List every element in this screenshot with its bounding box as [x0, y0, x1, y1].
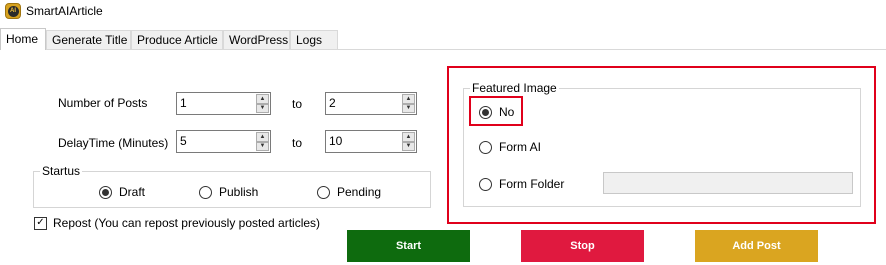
stepper-down-icon[interactable]: ▼	[256, 103, 269, 113]
status-publish-label: Publish	[219, 185, 259, 199]
stepper-up-icon[interactable]: ▲	[402, 132, 415, 142]
tab-strip-divider	[0, 49, 886, 50]
delay-to-label: to	[292, 136, 303, 150]
posts-to-stepper[interactable]: 2 ▲ ▼	[325, 92, 417, 115]
status-group-legend: Startus	[40, 164, 83, 178]
featured-form-ai-label: Form AI	[499, 140, 542, 154]
delay-to-stepper[interactable]: 10 ▲ ▼	[325, 130, 417, 153]
tab-logs[interactable]: Logs	[290, 30, 338, 49]
stepper-down-icon[interactable]: ▼	[256, 141, 269, 151]
repost-label: Repost (You can repost previously posted…	[53, 216, 321, 230]
stepper-up-icon[interactable]: ▲	[256, 132, 269, 142]
stepper-up-icon[interactable]: ▲	[402, 94, 415, 104]
status-pending-label: Pending	[337, 185, 382, 199]
tab-home[interactable]: Home	[0, 28, 46, 50]
posts-to-label: to	[292, 97, 303, 111]
stepper-down-icon[interactable]: ▼	[402, 141, 415, 151]
delay-from-value: 5	[180, 134, 187, 148]
stepper-up-icon[interactable]: ▲	[256, 94, 269, 104]
start-button[interactable]: Start	[347, 230, 470, 262]
radio-unchecked-icon	[479, 177, 492, 191]
featured-image-legend: Featured Image	[470, 81, 559, 95]
stepper-down-icon[interactable]: ▼	[402, 103, 415, 113]
status-publish-radio[interactable]: Publish	[199, 185, 258, 199]
posts-to-value: 2	[329, 96, 336, 110]
title-bar: AI SmartAIArticle	[0, 0, 886, 28]
delay-to-value: 10	[329, 134, 343, 148]
featured-no-label: No	[499, 105, 515, 119]
tab-wordpress[interactable]: WordPress	[223, 30, 290, 49]
stop-button[interactable]: Stop	[521, 230, 644, 262]
number-of-posts-label: Number of Posts	[58, 96, 148, 110]
window-title: SmartAIArticle	[26, 4, 103, 18]
radio-unchecked-icon	[479, 140, 492, 154]
featured-form-folder-radio[interactable]: Form Folder	[479, 177, 564, 191]
status-draft-radio[interactable]: Draft	[99, 185, 145, 199]
app-logo-icon: AI	[5, 3, 21, 19]
radio-unchecked-icon	[199, 185, 212, 199]
folder-path-input[interactable]	[603, 172, 853, 194]
featured-form-folder-label: Form Folder	[499, 177, 565, 191]
add-post-button[interactable]: Add Post	[695, 230, 818, 262]
featured-form-ai-radio[interactable]: Form AI	[479, 140, 541, 154]
delay-from-stepper[interactable]: 5 ▲ ▼	[176, 130, 271, 153]
tab-produce-article[interactable]: Produce Article	[131, 30, 223, 49]
radio-unchecked-icon	[317, 185, 330, 199]
repost-checkbox[interactable]: ✓ Repost (You can repost previously post…	[34, 216, 320, 230]
radio-checked-icon	[99, 185, 112, 199]
radio-checked-icon	[479, 105, 492, 119]
posts-from-value: 1	[180, 96, 187, 110]
posts-from-stepper[interactable]: 1 ▲ ▼	[176, 92, 271, 115]
tab-generate-title[interactable]: Generate Title	[46, 30, 131, 49]
checkmark-icon: ✓	[34, 216, 47, 230]
status-pending-radio[interactable]: Pending	[317, 185, 381, 199]
status-draft-label: Draft	[119, 185, 146, 199]
featured-no-radio[interactable]: No	[479, 105, 514, 119]
delay-time-label: DelayTime (Minutes)	[58, 136, 169, 150]
